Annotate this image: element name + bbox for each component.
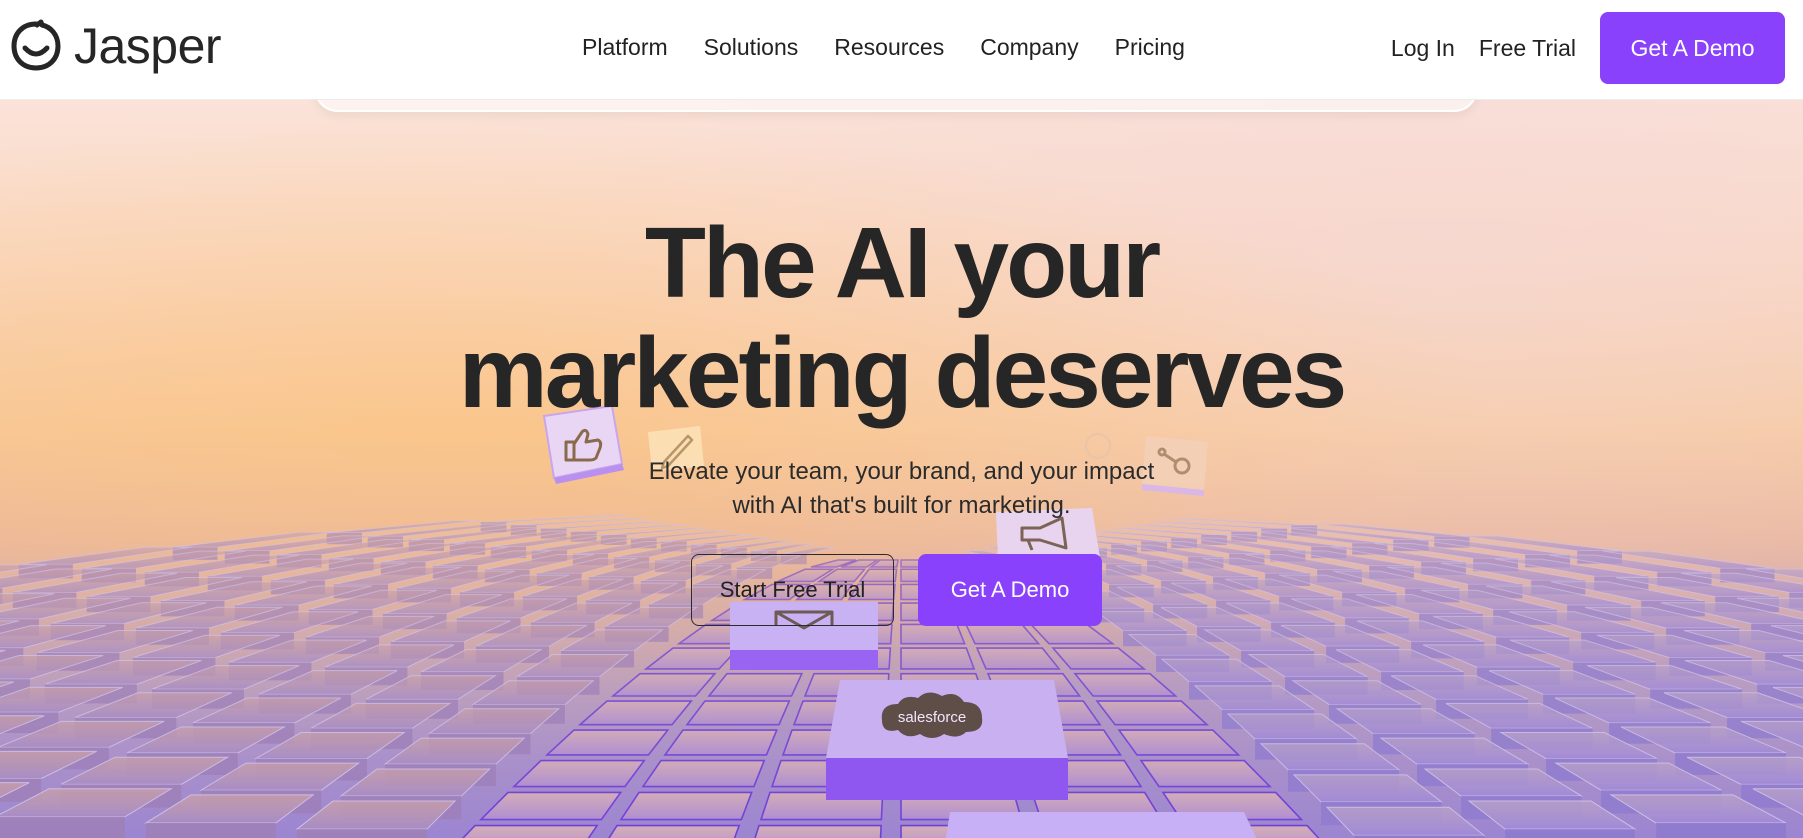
jasper-face-icon [11,19,61,71]
tile-highlight-bottom [945,812,1257,838]
background-tile-side [1505,829,1635,838]
background-tile [1073,672,1178,697]
primary-nav: Platform Solutions Resources Company Pri… [582,32,1185,62]
subtext-line-1: Elevate your team, your brand, and your … [648,458,1155,485]
free-trial-link[interactable]: Free Trial [1479,33,1576,63]
salesforce-logo-text: salesforce [898,709,966,726]
background-tile [685,700,791,726]
start-free-trial-button[interactable]: Start Free Trial [691,554,894,626]
top-navigation-bar: Jasper Platform Solutions Resources Comp… [0,0,1803,100]
nav-pricing[interactable]: Pricing [1115,32,1185,62]
background-tile [1117,729,1241,756]
jasper-logo[interactable]: Jasper [8,18,222,74]
background-tile [707,672,804,697]
background-tile [608,824,741,838]
background-tile [643,647,741,670]
subtext-line-2: with AI that's built for marketing. [732,492,1071,519]
background-tile [1139,759,1272,788]
background-tile [900,647,976,670]
hero-section: salesforce The AI your marketing deserve… [0,100,1803,838]
get-demo-nav-button[interactable]: Get A Demo [1600,12,1785,84]
background-tile [754,824,882,838]
background-tile [1095,700,1210,726]
background-tile [544,729,670,756]
background-tile-side [296,829,427,838]
salesforce-logo: salesforce [826,680,1068,800]
background-tile-side [145,823,276,838]
hero-headline: The AI your marketing deserves [0,208,1803,428]
nav-actions: Log In Free Trial Get A Demo [1391,12,1785,84]
nav-resources[interactable]: Resources [834,32,944,62]
background-tile [1325,806,1486,836]
nav-company[interactable]: Company [980,32,1078,62]
background-tile-side [1656,823,1786,838]
background-tile [964,623,1041,645]
background-tile [1051,647,1147,670]
background-tile [900,623,966,645]
headline-line-1: The AI your [644,207,1161,319]
background-tile [1029,623,1116,645]
background-tile [461,824,599,838]
get-demo-hero-button[interactable]: Get A Demo [918,554,1102,626]
background-tile [619,791,753,821]
background-tile-side [0,816,125,838]
brand-name: Jasper [74,18,222,74]
background-tile [511,759,646,788]
background-tile [641,759,766,788]
login-link[interactable]: Log In [1391,33,1455,63]
hero-subtext: Elevate your team, your brand, and your … [0,455,1803,523]
nav-platform[interactable]: Platform [582,32,668,62]
background-tile [663,729,778,756]
background-tile [610,672,717,697]
nav-solutions[interactable]: Solutions [704,32,799,62]
background-tile [975,647,1061,670]
background-tile [479,791,623,821]
background-tile [577,700,693,726]
headline-line-2: marketing deserves [458,317,1347,429]
